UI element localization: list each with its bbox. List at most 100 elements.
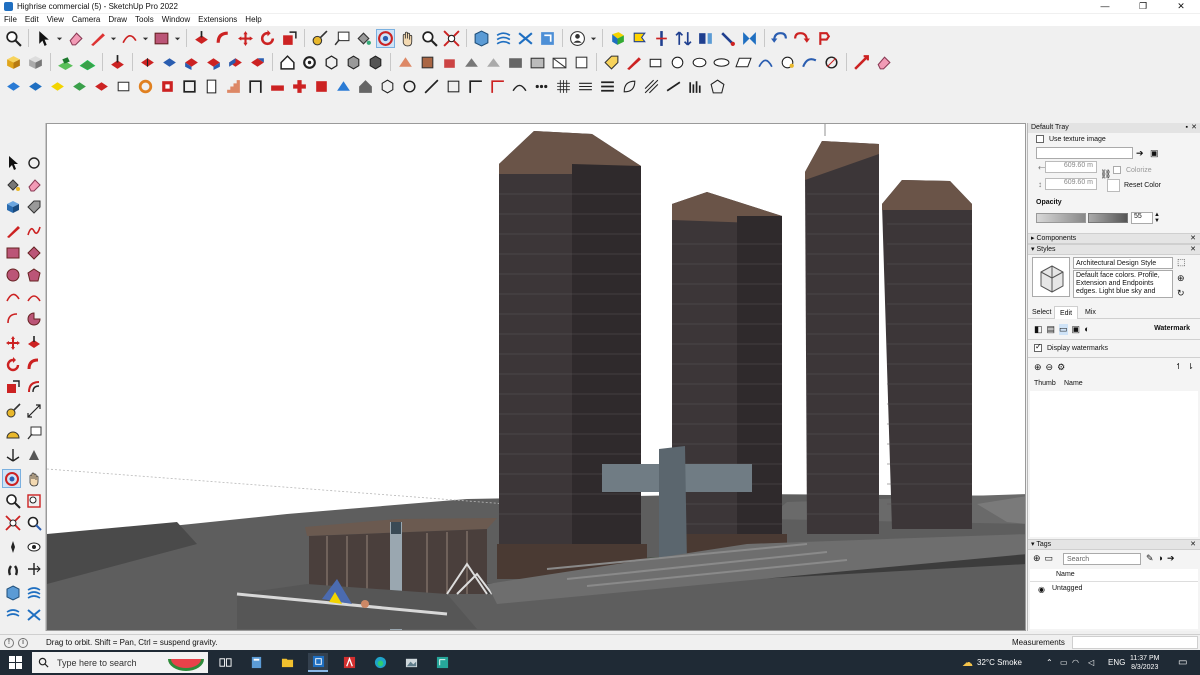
freehand-icon[interactable]	[24, 221, 43, 240]
tag-tool-icon[interactable]	[24, 197, 43, 216]
close-icon[interactable]: ✕	[1190, 540, 1196, 550]
circle-yellow-icon[interactable]	[778, 53, 797, 72]
rectangle-icon[interactable]	[152, 29, 171, 48]
model-viewport[interactable]	[46, 123, 1026, 631]
box-solid-icon[interactable]	[344, 53, 363, 72]
walk-icon[interactable]	[3, 559, 22, 578]
shape-i-icon[interactable]	[572, 53, 591, 72]
plugin-fan-icon[interactable]	[642, 77, 661, 96]
style-create-icon[interactable]: ⊕	[1177, 273, 1185, 284]
face-settings-icon[interactable]: ▤	[1047, 324, 1056, 335]
texture-cube-icon[interactable]: ▣	[1150, 148, 1159, 159]
curve-loop-icon[interactable]	[822, 53, 841, 72]
axes-icon[interactable]	[3, 445, 22, 464]
layout-icon[interactable]	[538, 29, 557, 48]
plugin-key-icon[interactable]	[814, 29, 833, 48]
follow-me-icon[interactable]	[24, 355, 43, 374]
tag-color-icon[interactable]: ◑	[1158, 553, 1163, 564]
box-shaded-icon[interactable]	[366, 53, 385, 72]
view-right-icon[interactable]	[204, 53, 223, 72]
pin-icon[interactable]: ▪	[1186, 123, 1188, 133]
rotate-icon[interactable]	[258, 29, 277, 48]
measurements-input[interactable]	[1072, 636, 1198, 649]
tape-measure-icon[interactable]	[310, 29, 329, 48]
arrow-red-icon[interactable]	[852, 53, 871, 72]
chevron-down-icon[interactable]	[56, 29, 63, 48]
push-pull-icon[interactable]	[192, 29, 211, 48]
use-texture-checkbox[interactable]	[1036, 135, 1044, 143]
taskbar-search[interactable]: Type here to search	[32, 652, 208, 673]
opacity-value-field[interactable]: 55	[1131, 212, 1153, 224]
rotate-icon[interactable]	[3, 355, 22, 374]
plugin-stairs-icon[interactable]	[224, 77, 243, 96]
menu-view[interactable]: View	[43, 14, 68, 26]
use-texture-row[interactable]: Use texture image	[1036, 135, 1106, 143]
position-camera-icon[interactable]	[3, 537, 22, 556]
menu-draw[interactable]: Draw	[104, 14, 131, 26]
plugin-frame-b-icon[interactable]	[444, 77, 463, 96]
plugin-clip-icon[interactable]	[114, 77, 133, 96]
tab-select[interactable]: Select	[1032, 309, 1051, 316]
tape-measure-icon[interactable]	[3, 401, 22, 420]
home-icon[interactable]	[278, 53, 297, 72]
paint-bucket-icon[interactable]	[354, 29, 373, 48]
colorize-row[interactable]: Colorize	[1113, 166, 1152, 174]
menu-tools[interactable]: Tools	[131, 14, 158, 26]
shape-c-icon[interactable]	[440, 53, 459, 72]
chevron-down-icon[interactable]	[110, 29, 117, 48]
sketchup-taskbar-icon[interactable]	[308, 653, 328, 672]
warehouse-icon[interactable]	[472, 29, 491, 48]
close-icon[interactable]: ✕	[1190, 245, 1196, 255]
look-around-icon[interactable]	[24, 537, 43, 556]
task-view-icon[interactable]	[215, 653, 235, 672]
clock[interactable]: 11:37 PM 8/3/2023	[1130, 650, 1159, 675]
weather-widget[interactable]: ☁ 32°C Smoke	[962, 650, 1022, 675]
view-top-icon[interactable]	[160, 53, 179, 72]
lasso-icon[interactable]	[24, 153, 43, 172]
dimension-icon[interactable]	[24, 401, 43, 420]
menu-help[interactable]: Help	[241, 14, 265, 26]
polygon-icon[interactable]	[24, 265, 43, 284]
text-icon[interactable]	[24, 423, 43, 442]
texture-path-field[interactable]	[1036, 147, 1133, 159]
line-icon[interactable]	[3, 221, 22, 240]
minimize-button[interactable]: —	[1086, 0, 1124, 13]
plugin-orange-ring-icon[interactable]	[136, 77, 155, 96]
undo-arc-icon[interactable]	[770, 29, 789, 48]
language-indicator[interactable]: ENG	[1108, 650, 1125, 675]
zoom-tool-icon[interactable]	[420, 29, 439, 48]
scale-icon[interactable]	[280, 29, 299, 48]
maximize-button[interactable]: ❐	[1124, 0, 1162, 13]
circle-small-icon[interactable]	[668, 53, 687, 72]
view-front-icon[interactable]	[182, 53, 201, 72]
tag-untagged[interactable]: Untagged	[1052, 585, 1082, 592]
plugin-yellow-icon[interactable]	[48, 77, 67, 96]
redo-arc-icon[interactable]	[792, 29, 811, 48]
plugin-poly-icon[interactable]	[708, 77, 727, 96]
offset-icon[interactable]	[24, 377, 43, 396]
close-icon[interactable]: ✕	[1190, 234, 1196, 244]
layout-send-icon[interactable]	[3, 605, 22, 624]
display-watermarks-row[interactable]: Display watermarks	[1034, 342, 1108, 352]
sketchup-viewer-icon[interactable]	[432, 653, 452, 672]
style-name-field[interactable]: Architectural Design Style	[1073, 257, 1173, 269]
tab-edit[interactable]: Edit	[1054, 306, 1079, 319]
plugin-sofa-icon[interactable]	[268, 77, 287, 96]
sandbox-icon[interactable]	[56, 53, 75, 72]
view-iso-icon[interactable]	[138, 53, 157, 72]
plugin-cube-icon[interactable]	[608, 29, 627, 48]
add-tag-icon[interactable]: ⊕	[1033, 553, 1041, 564]
section-plane-icon[interactable]	[24, 559, 43, 578]
zoom-tool-icon[interactable]	[3, 491, 22, 510]
menu-extensions[interactable]: Extensions	[194, 14, 241, 26]
chevron-down-icon[interactable]	[590, 29, 597, 48]
orbit-icon[interactable]	[2, 469, 21, 488]
calculator-app-icon[interactable]	[246, 653, 266, 672]
remove-icon[interactable]: ⊖	[1046, 362, 1054, 373]
opacity-slider-right[interactable]	[1088, 213, 1128, 223]
close-icon[interactable]: ✕	[1191, 123, 1197, 133]
zoom-extents-icon[interactable]	[442, 29, 461, 48]
tags-search-input[interactable]: Search	[1063, 553, 1141, 565]
account-icon[interactable]	[568, 29, 587, 48]
plugin-cross-icon[interactable]	[290, 77, 309, 96]
